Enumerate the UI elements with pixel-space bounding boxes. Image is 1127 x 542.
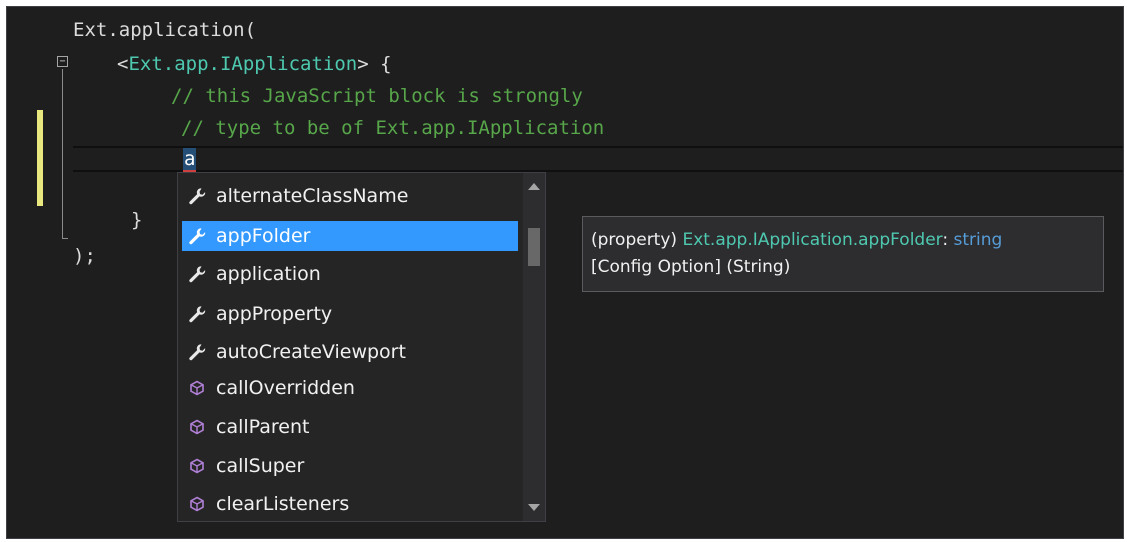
completion-item-label: application	[216, 263, 321, 285]
wrench-icon	[186, 225, 208, 247]
collapse-toggle-icon[interactable]: −	[57, 56, 68, 67]
typed-text[interactable]: a	[183, 148, 197, 172]
tooltip-colon: :	[942, 230, 954, 250]
tooltip-prefix: (property)	[591, 230, 683, 250]
completion-item-appFolder[interactable]: appFolder	[182, 221, 518, 251]
wrench-icon	[186, 263, 208, 285]
wrench-icon	[186, 341, 208, 363]
tooltip-signature: (property) Ext.app.IApplication.appFolde…	[591, 227, 1103, 254]
completion-scrollbar[interactable]	[523, 173, 545, 521]
scroll-down-arrow-icon[interactable]	[528, 504, 540, 511]
completion-item-label: callSuper	[216, 455, 305, 477]
completion-item-label: appProperty	[216, 303, 333, 325]
closing-brace: }	[131, 209, 143, 231]
completion-item-alternateClassName[interactable]: alternateClassName	[182, 181, 518, 211]
completion-item-label: alternateClassName	[216, 185, 409, 207]
comment-line-2: // type to be of Ext.app.IApplication	[181, 117, 605, 139]
outline-guide-end	[62, 238, 68, 239]
method-cube-icon	[186, 377, 208, 399]
change-indicator	[37, 110, 43, 206]
completion-item-clearListeners[interactable]: clearListeners	[182, 489, 518, 519]
completion-item-callParent[interactable]: callParent	[182, 412, 518, 442]
scroll-thumb[interactable]	[528, 228, 540, 266]
completion-item-label: autoCreateViewport	[216, 341, 406, 363]
scroll-up-arrow-icon[interactable]	[528, 183, 540, 190]
current-line-highlight	[73, 146, 1123, 172]
method-cube-icon	[186, 455, 208, 477]
editor-gutter	[7, 7, 38, 538]
code-text: > {	[357, 53, 392, 75]
code-text: <	[117, 53, 129, 75]
method-cube-icon	[186, 416, 208, 438]
tooltip-type: Ext.app.IApplication.appFolder	[682, 230, 943, 250]
type-reference: Ext.app.IApplication	[128, 53, 358, 75]
completion-item-appProperty[interactable]: appProperty	[182, 299, 518, 329]
code-line-1: Ext.application(	[73, 17, 256, 43]
code-text: Ext.application(	[73, 19, 257, 41]
tooltip-description: [Config Option] (String)	[591, 257, 791, 277]
tooltip-kind: string	[953, 230, 1003, 250]
completion-item-label: callParent	[216, 416, 310, 438]
completion-list[interactable]: alternateClassName appFolder application…	[177, 172, 546, 522]
completion-item-label: callOverridden	[216, 377, 355, 399]
completion-item-callOverridden[interactable]: callOverridden	[182, 373, 518, 403]
completion-item-label: appFolder	[216, 225, 311, 247]
code-line-2: <Ext.app.IApplication> {	[117, 51, 392, 77]
closing-paren: );	[73, 245, 96, 267]
completion-item-application[interactable]: application	[182, 259, 518, 289]
comment-line-1: // this JavaScript block is strongly	[171, 85, 583, 107]
completion-item-autoCreateViewport[interactable]: autoCreateViewport	[182, 337, 518, 367]
wrench-icon	[186, 185, 208, 207]
wrench-icon	[186, 303, 208, 325]
completion-item-label: clearListeners	[216, 493, 350, 515]
completion-item-callSuper[interactable]: callSuper	[182, 451, 518, 481]
code-line-typed[interactable]: a	[183, 146, 197, 172]
method-cube-icon	[186, 493, 208, 515]
quick-info-tooltip: (property) Ext.app.IApplication.appFolde…	[582, 216, 1104, 292]
outline-guide	[62, 69, 63, 239]
